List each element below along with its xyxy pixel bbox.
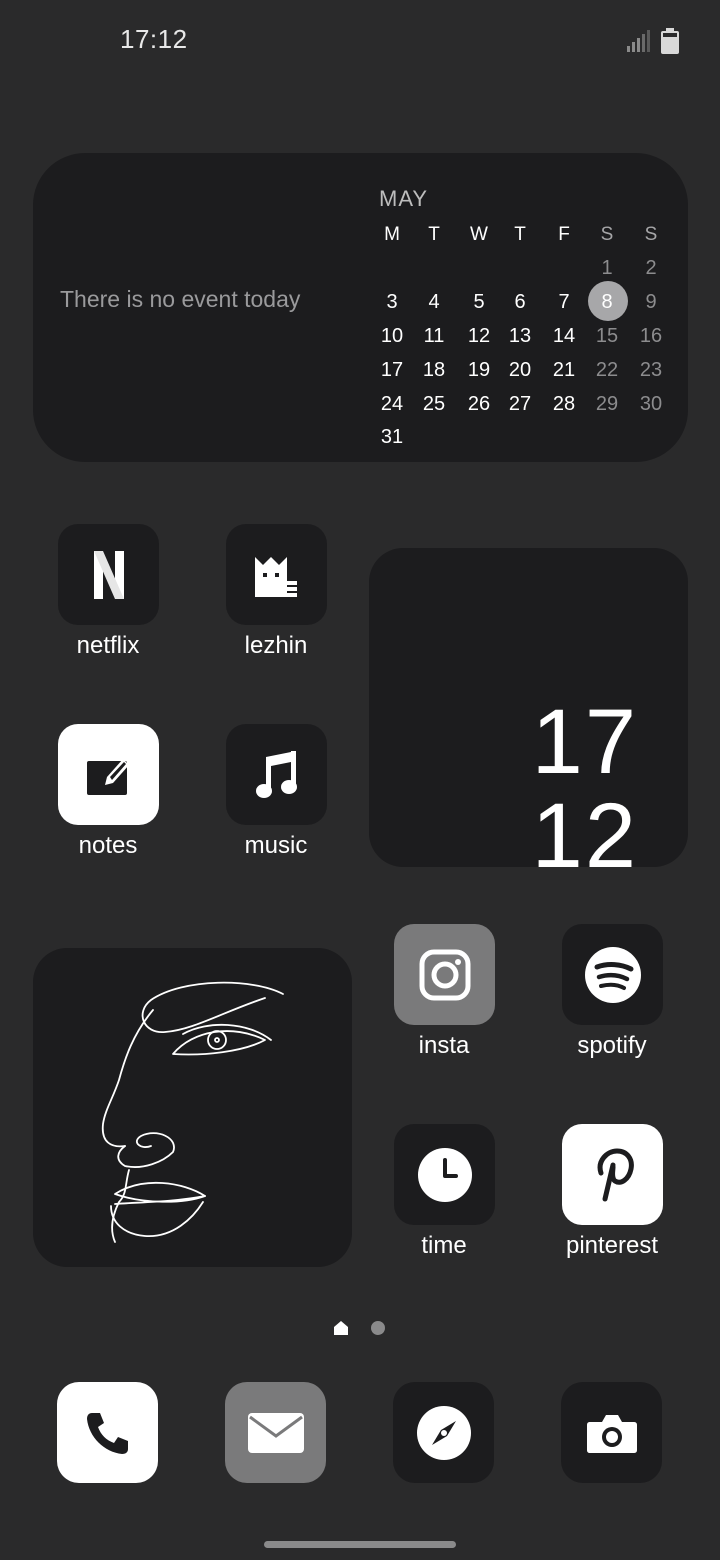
notes-icon [86, 758, 129, 795]
pinterest-app[interactable] [562, 1124, 663, 1225]
netflix-icon [93, 550, 124, 599]
calendar-day: 24 [380, 393, 404, 415]
calendar-month: MAY [379, 186, 429, 211]
calendar-day: 2 [645, 257, 657, 279]
calendar-day: 27 [508, 393, 532, 415]
clock-widget[interactable]: 17 12 [369, 548, 688, 882]
calendar-day: 20 [508, 359, 532, 381]
calendar-day: 31 [380, 426, 404, 448]
notes-label: notes [78, 832, 138, 859]
page-indicator-dot[interactable] [371, 1321, 385, 1335]
calendar-day: 1 [601, 257, 613, 279]
calendar-weekday: F [558, 224, 570, 245]
time-label: time [421, 1232, 467, 1259]
lezhin-app[interactable] [226, 524, 327, 625]
calendar-day: 28 [552, 393, 576, 415]
calendar-day: 17 [380, 359, 404, 381]
calendar-weekday: T [428, 224, 440, 245]
calendar-day: 3 [386, 291, 398, 313]
calendar-weekday: M [384, 224, 400, 245]
netflix-label: netflix [76, 632, 140, 659]
calendar-day: 21 [552, 359, 576, 381]
status-bar-time: 17:12 [120, 24, 188, 54]
calendar-day: 18 [422, 359, 446, 381]
dock-camera-button[interactable] [561, 1382, 662, 1483]
clock-minute: 12 [531, 785, 638, 887]
spotify-icon [584, 946, 641, 1003]
dock-phone-button[interactable] [57, 1382, 158, 1483]
calendar-day: 12 [467, 325, 491, 347]
calendar-day: 19 [467, 359, 491, 381]
calendar-day: 16 [639, 325, 663, 347]
pinterest-icon [597, 1147, 634, 1201]
netflix-app[interactable] [58, 524, 159, 625]
pinterest-label: pinterest [565, 1232, 659, 1259]
mail-icon [247, 1412, 304, 1453]
calendar-day: 13 [508, 325, 532, 347]
calendar-day: 14 [552, 325, 576, 347]
home-indicator-bar[interactable] [264, 1541, 456, 1548]
line-art-face-widget[interactable] [33, 948, 352, 1267]
calendar-day: 9 [645, 291, 657, 313]
calendar-weekday: W [470, 224, 488, 245]
calendar-day: 23 [639, 359, 663, 381]
calendar-weekday: S [600, 224, 614, 245]
music-app[interactable] [226, 724, 327, 825]
compass-icon [416, 1405, 471, 1460]
calendar-day: 30 [639, 393, 663, 415]
calendar-day: 26 [467, 393, 491, 415]
dock-mail-button[interactable] [225, 1382, 326, 1483]
spotify-app[interactable] [562, 924, 663, 1025]
page-indicator-home-icon[interactable] [333, 1320, 349, 1336]
calendar-day-today: 8 [601, 291, 613, 313]
calendar-day: 29 [595, 393, 619, 415]
dock-safari-button[interactable] [393, 1382, 494, 1483]
calendar-day: 6 [514, 291, 526, 313]
calendar-day: 11 [423, 325, 445, 347]
calendar-weekday: S [644, 224, 658, 245]
calendar-day: 25 [422, 393, 446, 415]
insta-app[interactable] [394, 924, 495, 1025]
notes-app[interactable] [58, 724, 159, 825]
battery-icon [661, 28, 679, 54]
insta-label: insta [418, 1032, 470, 1059]
instagram-icon [419, 949, 470, 1000]
calendar-day: 5 [473, 291, 485, 313]
clock-hour: 17 [531, 691, 638, 793]
calendar-day: 4 [428, 291, 440, 313]
calendar-day: 10 [380, 325, 404, 347]
calendar-day: 22 [595, 359, 619, 381]
music-note-icon [255, 750, 297, 798]
clock-icon [417, 1147, 472, 1202]
calendar-day: 7 [558, 291, 570, 313]
calendar-weekday: T [514, 224, 526, 245]
signal-strength-icon [627, 30, 650, 52]
phone-icon [86, 1412, 128, 1454]
spotify-label: spotify [577, 1032, 647, 1059]
calendar-day: 15 [595, 325, 619, 347]
time-app[interactable] [394, 1124, 495, 1225]
lezhin-label: lezhin [244, 632, 308, 659]
lezhin-icon [254, 556, 297, 597]
face-line-art [101, 981, 284, 1243]
no-event-message: There is no event today [60, 286, 301, 312]
music-label: music [244, 832, 308, 859]
camera-icon [586, 1414, 637, 1453]
